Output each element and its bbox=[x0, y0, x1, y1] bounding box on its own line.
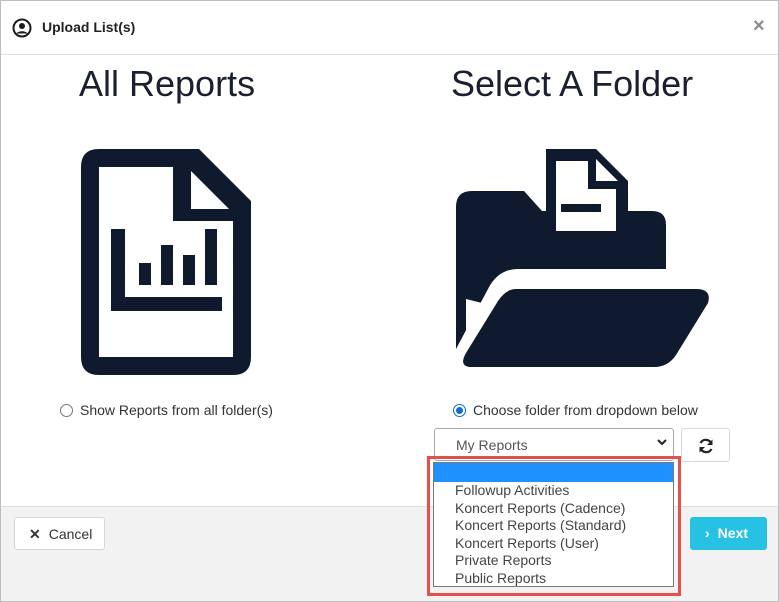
cancel-label: Cancel bbox=[48, 526, 93, 542]
cancel-button[interactable]: ✕ Cancel bbox=[14, 517, 105, 550]
next-label: Next bbox=[717, 525, 749, 541]
highlight-annotation bbox=[427, 456, 681, 596]
choose-folder-radio[interactable]: Choose folder from dropdown below bbox=[453, 402, 698, 418]
show-all-folders-radio[interactable]: Show Reports from all folder(s) bbox=[60, 402, 273, 418]
refresh-icon bbox=[699, 438, 713, 454]
open-folder-icon bbox=[456, 149, 709, 367]
modal-title: Upload List(s) bbox=[42, 19, 136, 35]
radio-button[interactable] bbox=[60, 403, 73, 417]
show-all-folders-label: Show Reports from all folder(s) bbox=[80, 402, 273, 418]
radio-button-checked[interactable] bbox=[453, 403, 466, 417]
select-folder-title: Select A Folder bbox=[451, 63, 694, 104]
choose-folder-label: Choose folder from dropdown below bbox=[473, 402, 698, 418]
next-button[interactable]: › Next bbox=[690, 517, 767, 550]
report-document-icon bbox=[81, 149, 251, 375]
modal-header: Upload List(s) × bbox=[1, 1, 778, 55]
close-icon[interactable]: × bbox=[753, 16, 765, 36]
upload-lists-modal: Upload List(s) × All Reports Select A Fo… bbox=[0, 0, 779, 602]
all-reports-title: All Reports bbox=[79, 63, 256, 104]
chevron-right-icon: › bbox=[705, 525, 710, 541]
chevron-down-icon bbox=[657, 439, 667, 446]
user-circle-icon bbox=[12, 18, 32, 38]
refresh-button[interactable] bbox=[681, 428, 730, 462]
close-icon: ✕ bbox=[29, 526, 41, 542]
folder-select-value: My Reports bbox=[456, 437, 528, 453]
